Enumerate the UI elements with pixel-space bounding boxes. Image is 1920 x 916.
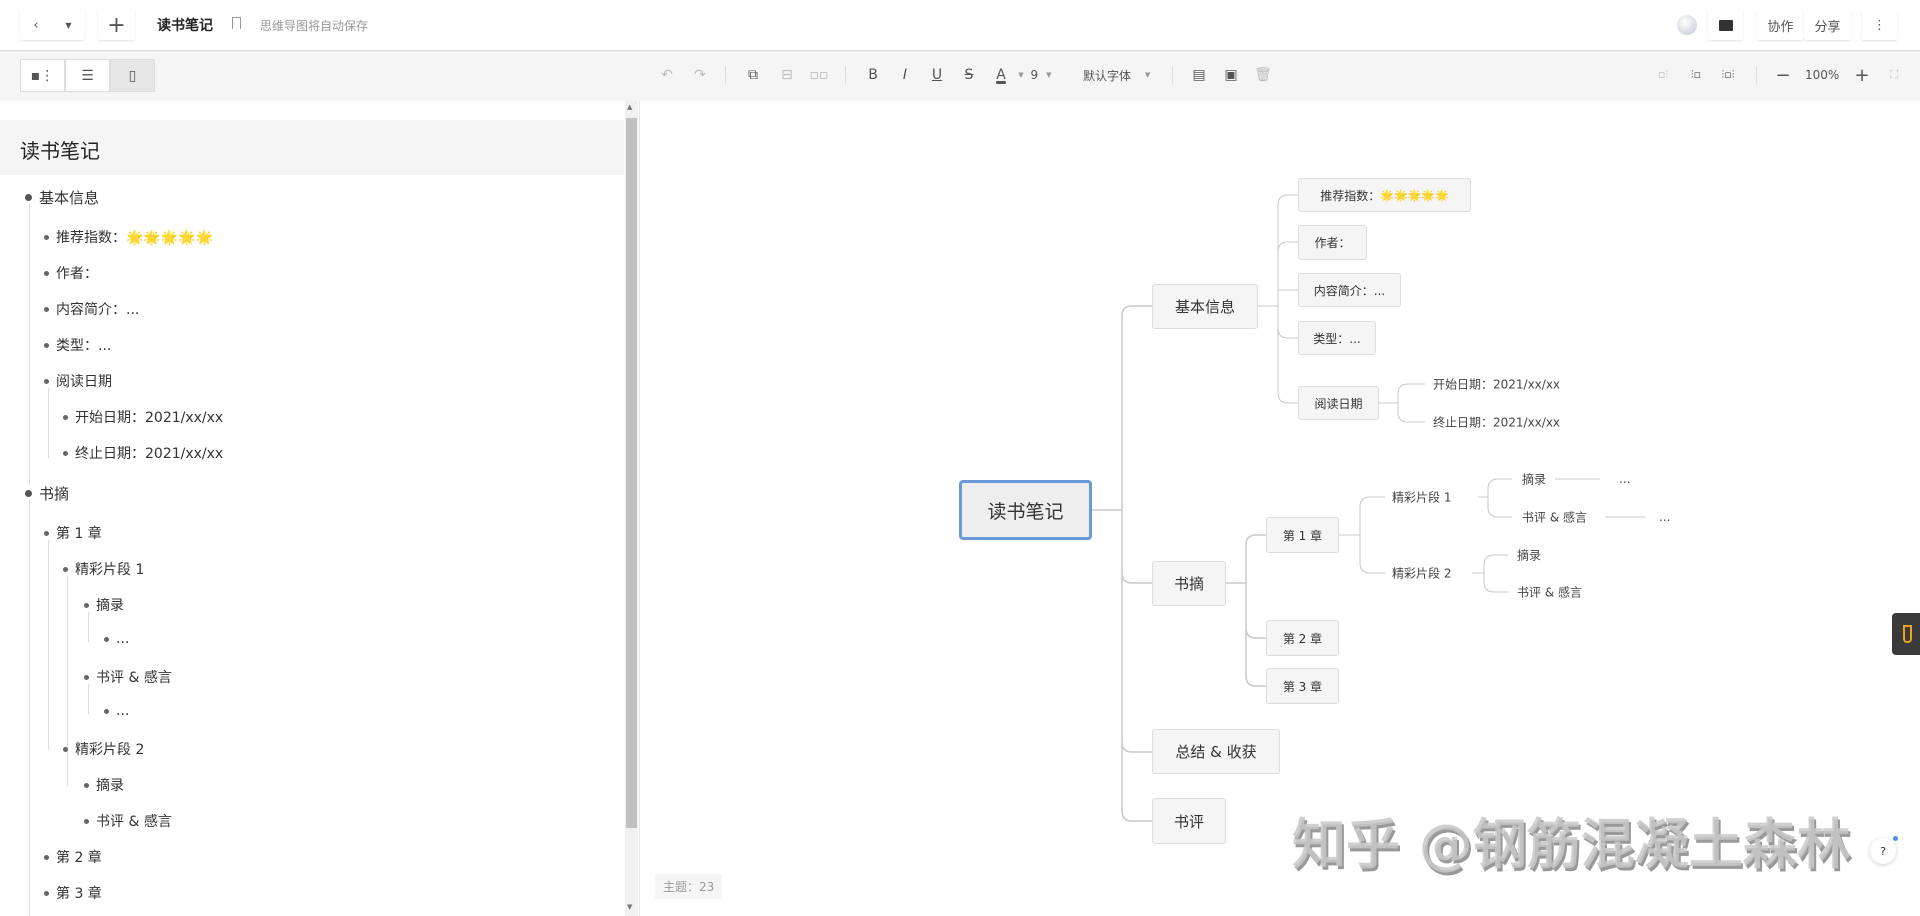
node-chapter-3[interactable]: 第 3 章 bbox=[1266, 668, 1339, 704]
node-rating[interactable]: 推荐指数： 🌟🌟🌟🌟🌟 bbox=[1298, 178, 1471, 212]
node-basic-info[interactable]: 基本信息 bbox=[1152, 284, 1258, 329]
help-button[interactable]: ? bbox=[1870, 838, 1896, 864]
connector-lines bbox=[1092, 194, 1645, 822]
rating-stars: 🌟🌟🌟🌟🌟 bbox=[1380, 188, 1449, 202]
node-summary[interactable]: 总结 & 收获 bbox=[1152, 729, 1280, 774]
connector bbox=[1258, 194, 1298, 404]
notification-dot bbox=[1893, 836, 1898, 841]
connector bbox=[1226, 534, 1266, 687]
connector bbox=[1092, 305, 1152, 822]
node-review[interactable]: 书评 & 感言 bbox=[1517, 584, 1582, 601]
topic-count: 主题：23 bbox=[655, 874, 723, 899]
connector bbox=[1472, 554, 1508, 593]
node-segment-2[interactable]: 精彩片段 2 bbox=[1392, 565, 1451, 582]
node-quote[interactable]: 摘录 bbox=[1522, 471, 1546, 488]
node-excerpt[interactable]: 书摘 bbox=[1152, 561, 1226, 606]
node-end-date[interactable]: 终止日期：2021/xx/xx bbox=[1433, 414, 1560, 431]
node-chapter-2[interactable]: 第 2 章 bbox=[1266, 620, 1339, 656]
node-author[interactable]: 作者： bbox=[1298, 225, 1367, 260]
help-icon: ? bbox=[1880, 844, 1886, 858]
connector bbox=[1379, 383, 1425, 423]
node-review[interactable]: 书评 & 感言 bbox=[1522, 509, 1587, 526]
usb-icon bbox=[1902, 625, 1912, 643]
rating-label: 推荐指数： bbox=[1320, 188, 1381, 203]
node-read-date[interactable]: 阅读日期 bbox=[1298, 386, 1379, 420]
node-type[interactable]: 类型：... bbox=[1298, 321, 1376, 355]
node-start-date[interactable]: 开始日期：2021/xx/xx bbox=[1433, 376, 1560, 393]
side-panel-tab[interactable] bbox=[1892, 613, 1920, 655]
node-quote[interactable]: 摘录 bbox=[1517, 547, 1541, 564]
root-node[interactable]: 读书笔记 bbox=[959, 480, 1092, 540]
node-intro[interactable]: 内容简介：... bbox=[1298, 273, 1401, 307]
node-book-review[interactable]: 书评 bbox=[1152, 798, 1226, 844]
node-segment-1[interactable]: 精彩片段 1 bbox=[1392, 489, 1451, 506]
watermark: 知乎 @钢筋混凝土森林 bbox=[1292, 813, 1851, 876]
connector bbox=[1339, 496, 1385, 574]
node-ellipsis[interactable]: ... bbox=[1659, 510, 1670, 524]
node-chapter-1[interactable]: 第 1 章 bbox=[1266, 517, 1339, 553]
node-ellipsis[interactable]: ... bbox=[1619, 472, 1630, 486]
